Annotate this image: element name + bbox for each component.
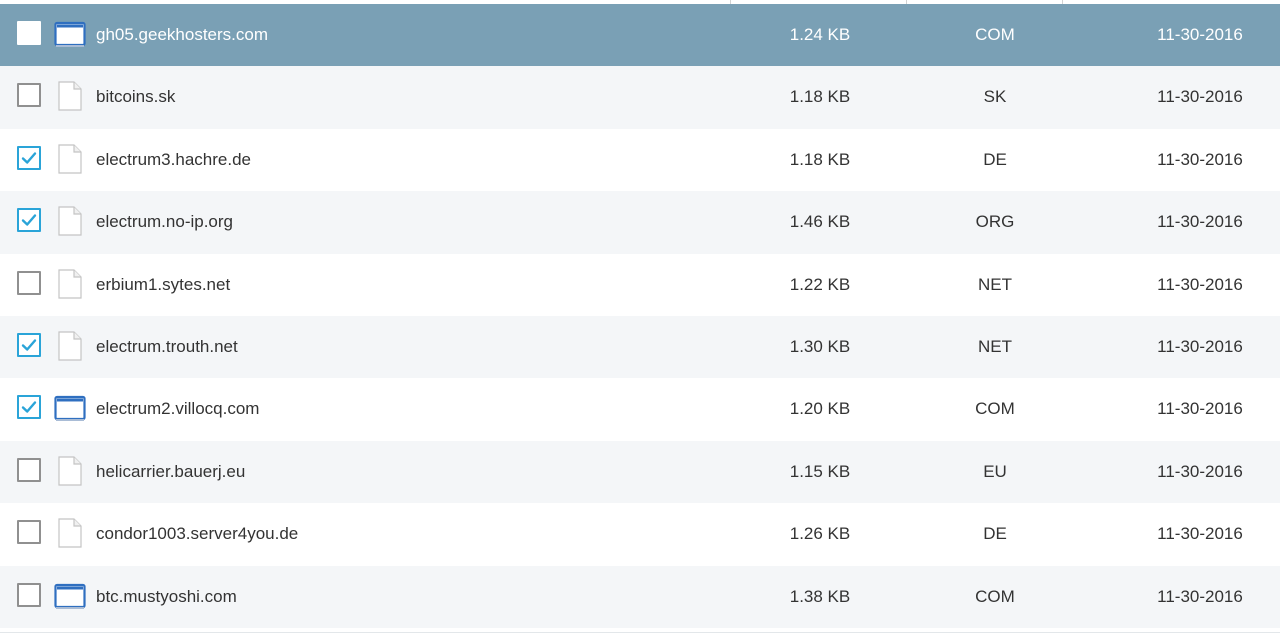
file-name: electrum2.villocq.com bbox=[96, 399, 260, 419]
file-name: gh05.geekhosters.com bbox=[96, 25, 268, 44]
file-row[interactable]: electrum.trouth.net 1.30 KB NET 11-30-20… bbox=[0, 315, 1280, 379]
file-extension: DE bbox=[983, 524, 1007, 544]
file-extension: NET bbox=[978, 274, 1012, 294]
document-icon bbox=[53, 268, 87, 299]
file-date: 11-30-2016 bbox=[1157, 212, 1243, 232]
file-size: 1.18 KB bbox=[789, 149, 851, 169]
row-checkbox[interactable] bbox=[17, 83, 41, 108]
file-row[interactable]: helicarrier.bauerj.eu 1.15 KB EU 11-30-2… bbox=[0, 440, 1280, 504]
row-checkbox[interactable] bbox=[17, 395, 41, 420]
file-name: electrum.trouth.net bbox=[96, 336, 238, 356]
file-row[interactable]: bitcoins.sk 1.18 KB SK 11-30-2016 bbox=[0, 66, 1280, 129]
document-icon bbox=[53, 81, 87, 111]
checkmark-icon bbox=[21, 401, 37, 414]
file-size: 1.26 KB bbox=[789, 524, 851, 544]
checkmark-icon bbox=[21, 152, 37, 164]
row-checkbox[interactable] bbox=[17, 208, 41, 233]
file-row[interactable]: erbium1.sytes.net 1.22 KB NET 11-30-2016 bbox=[0, 253, 1280, 316]
file-date: 11-30-2016 bbox=[1157, 87, 1243, 107]
file-name: electrum3.hachre.de bbox=[96, 149, 251, 169]
file-rows: gh05.geekhosters.com 1.24 KB COM 11-30-2… bbox=[0, 4, 1280, 628]
file-row[interactable]: electrum3.hachre.de 1.18 KB DE 11-30-201… bbox=[0, 128, 1280, 192]
row-checkbox[interactable] bbox=[17, 21, 41, 45]
checkmark-icon bbox=[21, 214, 37, 226]
window-icon bbox=[53, 393, 87, 423]
file-name: btc.mustyoshi.com bbox=[96, 586, 237, 606]
file-date: 11-30-2016 bbox=[1157, 336, 1243, 356]
window-icon bbox=[53, 19, 87, 49]
file-size: 1.18 KB bbox=[789, 87, 851, 107]
file-name: bitcoins.sk bbox=[96, 87, 176, 107]
document-icon bbox=[53, 206, 87, 236]
file-list: gh05.geekhosters.com 1.24 KB COM 11-30-2… bbox=[0, 0, 1280, 640]
document-icon bbox=[53, 518, 87, 548]
file-extension: NET bbox=[978, 336, 1012, 356]
file-date: 11-30-2016 bbox=[1157, 149, 1243, 169]
file-extension: EU bbox=[983, 461, 1007, 481]
row-checkbox[interactable] bbox=[17, 520, 41, 545]
list-bottom-border bbox=[0, 632, 1280, 640]
file-row[interactable]: btc.mustyoshi.com 1.38 KB COM 11-30-2016 bbox=[0, 565, 1280, 628]
file-date: 11-30-2016 bbox=[1157, 25, 1243, 44]
file-name: erbium1.sytes.net bbox=[96, 274, 231, 294]
file-name: helicarrier.bauerj.eu bbox=[96, 461, 246, 481]
file-size: 1.24 KB bbox=[789, 25, 851, 44]
file-row[interactable]: gh05.geekhosters.com 1.24 KB COM 11-30-2… bbox=[0, 4, 1280, 67]
row-checkbox[interactable] bbox=[17, 332, 41, 357]
file-size: 1.46 KB bbox=[789, 212, 851, 232]
row-checkbox[interactable] bbox=[17, 457, 41, 482]
checkmark-icon bbox=[21, 339, 37, 351]
file-row[interactable]: electrum2.villocq.com 1.20 KB COM 11-30-… bbox=[0, 378, 1280, 441]
file-size: 1.20 KB bbox=[789, 399, 851, 419]
document-icon bbox=[53, 456, 87, 486]
file-date: 11-30-2016 bbox=[1157, 399, 1243, 419]
file-row[interactable]: condor1003.server4you.de 1.26 KB DE 11-3… bbox=[0, 503, 1280, 566]
file-date: 11-30-2016 bbox=[1157, 461, 1243, 481]
file-extension: COM bbox=[975, 586, 1015, 606]
file-extension: DE bbox=[983, 149, 1007, 169]
document-icon bbox=[53, 331, 87, 361]
window-icon bbox=[53, 581, 87, 611]
file-size: 1.30 KB bbox=[789, 336, 851, 356]
row-checkbox[interactable] bbox=[17, 270, 41, 295]
file-name: electrum.no-ip.org bbox=[96, 212, 234, 232]
file-extension: COM bbox=[975, 25, 1015, 44]
file-date: 11-30-2016 bbox=[1157, 274, 1243, 294]
row-checkbox[interactable] bbox=[17, 582, 41, 607]
file-extension: COM bbox=[975, 399, 1015, 419]
row-checkbox[interactable] bbox=[17, 145, 41, 170]
file-row[interactable]: electrum.no-ip.org 1.46 KB ORG 11-30-201… bbox=[0, 191, 1280, 254]
file-size: 1.38 KB bbox=[789, 586, 851, 606]
file-date: 11-30-2016 bbox=[1157, 524, 1243, 544]
file-extension: SK bbox=[983, 87, 1007, 107]
file-name: condor1003.server4you.de bbox=[96, 524, 299, 544]
file-extension: ORG bbox=[975, 212, 1015, 232]
file-size: 1.15 KB bbox=[789, 461, 851, 481]
document-icon bbox=[53, 144, 87, 174]
file-date: 11-30-2016 bbox=[1157, 586, 1243, 606]
file-size: 1.22 KB bbox=[789, 274, 851, 294]
